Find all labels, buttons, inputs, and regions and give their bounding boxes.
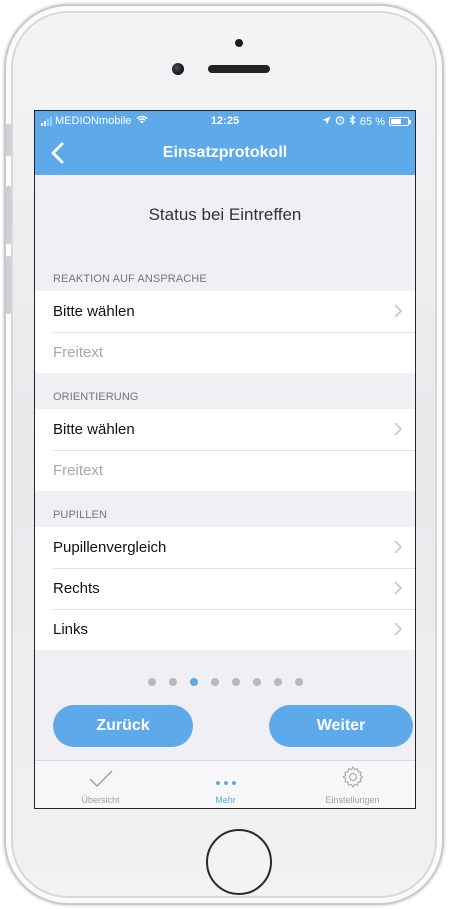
form-content: Status bei Eintreffen REAKTION AUF ANSPR… [35,175,415,650]
location-icon [322,116,331,128]
next-step-button[interactable]: Weiter [269,705,413,747]
status-icons: 65 % [322,114,411,128]
page-dot [168,678,177,686]
section-orientierung: Bitte wählen Freitext [35,409,415,491]
more-icon [215,781,236,785]
reaktion-select-row[interactable]: Bitte wählen [35,291,415,332]
page-dot [189,678,198,686]
checkmark-icon [89,770,112,787]
page-dot [294,678,303,686]
row-label: Bitte wählen [53,421,135,438]
chevron-right-icon [394,422,403,436]
home-button[interactable] [206,829,272,895]
tab-bar: Übersicht Mehr Einstellungen [35,760,415,808]
back-step-button[interactable]: Zurück [53,705,193,747]
input-placeholder: Freitext [53,344,104,361]
chevron-right-icon [394,304,403,318]
orientierung-freitext-input[interactable]: Freitext [35,450,415,491]
section-header-reaktion: REAKTION AUF ANSPRACHE [53,273,207,285]
pupille-links-row[interactable]: Links [35,609,415,650]
nav-title: Einsatzprotokoll [162,144,288,161]
page-title: Status bei Eintreffen [148,205,302,224]
section-pupillen: Pupillenvergleich Rechts Links [35,527,415,650]
row-label: Bitte wählen [53,303,135,320]
tab-einstellungen[interactable]: Einstellungen [289,761,415,808]
input-placeholder: Freitext [53,462,104,479]
page-indicator [35,678,415,686]
orientierung-select-row[interactable]: Bitte wählen [35,409,415,450]
page-dot [147,678,156,686]
volume-down-button [6,256,11,314]
chevron-right-icon [394,540,403,554]
status-bar: MEDIONmobile 12:25 65 % [35,111,415,131]
row-label: Links [53,621,89,638]
reaktion-freitext-input[interactable]: Freitext [35,332,415,373]
page-dot [273,678,282,686]
tab-label: Einstellungen [325,795,380,805]
row-label: Rechts [53,580,100,597]
earpiece-speaker [208,65,270,73]
section-header-pupillen: PUPILLEN [53,509,107,521]
row-label: Pupillenvergleich [53,539,167,556]
tab-label: Übersicht [81,795,120,805]
alarm-icon [335,115,345,128]
tab-mehr[interactable]: Mehr [162,761,289,808]
pupillenvergleich-row[interactable]: Pupillenvergleich [35,527,415,568]
front-camera [172,63,184,75]
page-dot [231,678,240,686]
bluetooth-icon [349,114,356,128]
chevron-right-icon [394,622,403,636]
mute-switch [6,124,11,156]
section-reaktion: Bitte wählen Freitext [35,291,415,373]
battery-percent: 65 % [359,115,385,128]
battery-icon [389,117,411,126]
tab-label: Mehr [215,795,236,805]
volume-up-button [6,186,11,244]
tab-uebersicht[interactable]: Übersicht [37,761,164,808]
section-header-orientierung: ORIENTIERUNG [53,391,139,403]
app-screen: MEDIONmobile 12:25 65 % Einsatzprotokoll [34,110,416,809]
page-dot [210,678,219,686]
navigation-bar: Einsatzprotokoll [35,131,415,175]
pupille-rechts-row[interactable]: Rechts [35,568,415,609]
gear-icon [342,766,363,788]
chevron-right-icon [394,581,403,595]
proximity-sensor [235,39,243,47]
page-dot [252,678,261,686]
